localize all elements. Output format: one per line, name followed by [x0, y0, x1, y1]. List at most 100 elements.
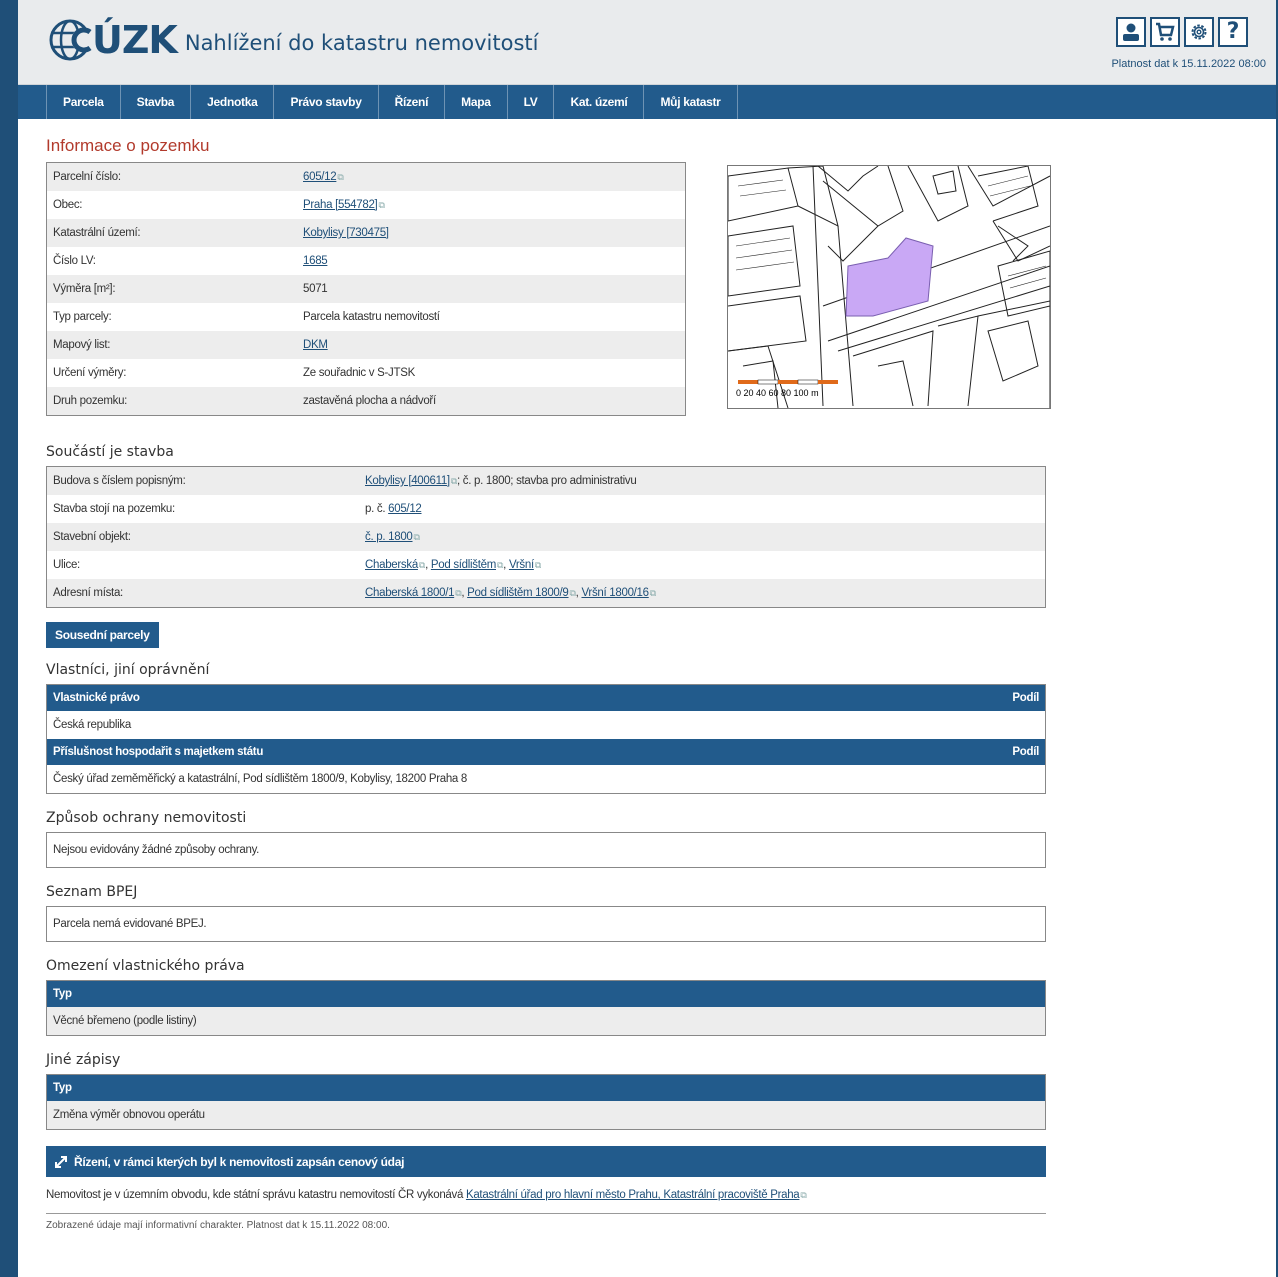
user-button[interactable]: [1116, 17, 1146, 47]
header-toolbar: ?: [1116, 17, 1248, 47]
cuzk-logo[interactable]: ÚZK Nahlížení do katastru nemovitostí: [46, 18, 538, 62]
parcel-link[interactable]: 605/12: [388, 503, 422, 515]
nav-parcela[interactable]: Parcela: [46, 85, 120, 119]
map-scale-label: 0 20 40 60 80 100 m: [736, 388, 819, 398]
main-content: Informace o pozemku Parcelní číslo: 605/1…: [46, 118, 1051, 1231]
office-note: Nemovitost je v územním obvodu, kde stát…: [46, 1189, 1046, 1201]
external-link-icon: ⧉: [534, 560, 541, 570]
nav-mapa[interactable]: Mapa: [444, 85, 506, 119]
nav-stavba[interactable]: Stavba: [119, 85, 191, 119]
value-text: Parcela katastru nemovitostí: [303, 311, 440, 323]
protection-box: Nejsou evidovány žádné způsoby ochrany.: [46, 832, 1046, 868]
value-link[interactable]: 605/12: [303, 171, 337, 183]
row-label: Adresní místa:: [46, 579, 359, 608]
nav-muj-katastr[interactable]: Můj katastr: [643, 85, 738, 119]
table-row: Adresní místa: Chaberská 1800/1⧉, Pod sí…: [46, 579, 1046, 608]
table-row: Budova s číslem popisným: Kobylisy [4006…: [46, 466, 1046, 495]
parcel-prefix: p. č.: [365, 503, 389, 515]
row-label: Budova s číslem popisným:: [46, 466, 359, 495]
bpej-box: Parcela nemá evidované BPEJ.: [46, 906, 1046, 942]
street-link[interactable]: Pod sídlištěm: [431, 559, 496, 571]
value-link[interactable]: DKM: [303, 339, 328, 351]
row-value: Chaberská⧉, Pod sídlištěm⧉, Vršní⧉: [359, 551, 1046, 579]
address-link[interactable]: Vršní 1800/16: [581, 587, 649, 599]
address-link[interactable]: Pod sídlištěm 1800/9: [467, 587, 569, 599]
row-value: Kobylisy [730475]: [297, 219, 686, 247]
table-header-row: Typ: [46, 980, 1046, 1007]
map-image: 0 20 40 60 80 100 m: [728, 166, 1050, 408]
header: ÚZK Nahlížení do katastru nemovitostí ? …: [18, 0, 1276, 85]
table-row: Mapový list: DKM: [46, 331, 686, 359]
other-records-table: Typ Změna výměr obnovou operátu: [46, 1074, 1046, 1130]
table-header-row: Vlastnické právo Podíl: [46, 684, 1046, 711]
street-link[interactable]: Vršní: [509, 559, 534, 571]
nav-pravo-stavby[interactable]: Právo stavby: [273, 85, 377, 119]
table-row: Výměra [m²]: 5071: [46, 275, 686, 303]
external-link-icon: ⧉: [337, 172, 344, 182]
owner-name: Česká republika: [46, 711, 1046, 739]
share-header: Podíl: [896, 739, 1046, 765]
share-header: Podíl: [896, 684, 1046, 711]
value-link[interactable]: Praha [554782]: [303, 199, 378, 211]
data-validity: Platnost dat k 15.11.2022 08:00: [1111, 58, 1266, 70]
gear-icon: [1191, 24, 1207, 40]
column-header: Vlastnické právo: [46, 684, 897, 711]
app-title: Nahlížení do katastru nemovitostí: [184, 31, 539, 55]
table-row: Určení výměry: Ze souřadnic v S-JTSK: [46, 359, 686, 387]
parcel-map[interactable]: 0 20 40 60 80 100 m: [727, 165, 1051, 409]
manager-name: Český úřad zeměměřický a katastrální, Po…: [46, 765, 1046, 794]
restrictions-title: Omezení vlastnického práva: [46, 958, 245, 974]
row-value: č. p. 1800⧉: [359, 523, 1046, 551]
row-label: Ulice:: [46, 551, 359, 579]
building-link[interactable]: Kobylisy [400611]: [365, 475, 450, 487]
land-info-table: Parcelní číslo: 605/12⧉ Obec: Praha [554782…: [46, 162, 686, 416]
value-text: zastavěná plocha a nádvoří: [303, 395, 436, 407]
value-link[interactable]: Kobylisy [730475]: [303, 227, 389, 239]
table-row: Změna výměr obnovou operátu: [46, 1101, 1046, 1130]
building-object-link[interactable]: č. p. 1800: [365, 531, 413, 543]
building-title: Součástí je stavba: [46, 444, 174, 460]
street-link[interactable]: Chaberská: [365, 559, 418, 571]
bpej-title: Seznam BPEJ: [46, 884, 138, 900]
proceedings-toggle[interactable]: Řízení, v rámci kterých byl k nemovitost…: [46, 1146, 1046, 1177]
row-value: 1685: [297, 247, 686, 275]
protection-title: Způsob ochrany nemovitosti: [46, 810, 247, 826]
table-row: Stavební objekt: č. p. 1800⧉: [46, 523, 1046, 551]
page-title: Informace o pozemku: [46, 136, 210, 155]
value-text: 5071: [303, 283, 328, 295]
address-link[interactable]: Chaberská 1800/1: [365, 587, 454, 599]
row-label: Výměra [m²]:: [46, 275, 297, 303]
row-label: Mapový list:: [46, 331, 297, 359]
nav-jednotka[interactable]: Jednotka: [190, 85, 273, 119]
row-value: DKM: [297, 331, 686, 359]
help-button[interactable]: ?: [1218, 17, 1248, 47]
settings-button[interactable]: [1184, 17, 1214, 47]
external-link-icon: ⧉: [649, 588, 656, 598]
table-header-row: Příslušnost hospodařit s majetkem státu …: [46, 739, 1046, 765]
neighbor-parcels-button[interactable]: Sousední parcely: [46, 622, 159, 648]
value-link[interactable]: 1685: [303, 255, 328, 267]
external-link-icon: ⧉: [800, 1190, 807, 1200]
building-description: ; č. p. 1800; stavba pro administrativu: [456, 475, 637, 487]
table-row: Stavba stojí na pozemku: p. č. 605/12: [46, 495, 1046, 523]
table-row: Typ parcely: Parcela katastru nemovitostí: [46, 303, 686, 331]
table-row: Český úřad zeměměřický a katastrální, Po…: [46, 765, 1046, 794]
other-record-value: Změna výměr obnovou operátu: [46, 1101, 1046, 1130]
nav-kat-uzemi[interactable]: Kat. území: [553, 85, 643, 119]
cart-button[interactable]: [1150, 17, 1180, 47]
office-link[interactable]: Katastrální úřad pro hlavní město Prahu,…: [466, 1189, 800, 1201]
footer: Zobrazené údaje mají informativní charak…: [46, 1213, 1046, 1231]
table-row: Parcelní číslo: 605/12⧉: [46, 162, 686, 191]
nav-lv[interactable]: LV: [506, 85, 554, 119]
row-value: 605/12⧉: [297, 162, 686, 191]
table-row: Obec: Praha [554782]⧉: [46, 191, 686, 219]
row-label: Stavební objekt:: [46, 523, 359, 551]
table-row: Druh pozemku: zastavěná plocha a nádvoří: [46, 387, 686, 416]
table-row: Věcné břemeno (podle listiny): [46, 1007, 1046, 1036]
nav-rizeni[interactable]: Řízení: [377, 85, 445, 119]
row-label: Stavba stojí na pozemku:: [46, 495, 359, 523]
owners-table: Vlastnické právo Podíl Česká republika P…: [46, 684, 1046, 794]
value-text: Ze souřadnic v S-JTSK: [303, 367, 415, 379]
cart-icon: [1156, 22, 1175, 41]
table-row: Katastrální území: Kobylisy [730475]: [46, 219, 686, 247]
